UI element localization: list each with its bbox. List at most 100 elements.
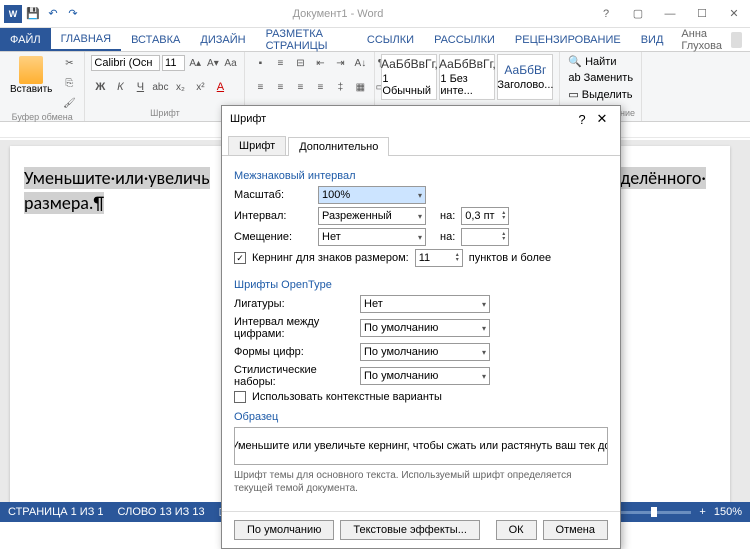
contextual-alt-checkbox[interactable]: [234, 391, 246, 403]
position-select[interactable]: Нет▾: [318, 228, 426, 246]
help-icon[interactable]: ?: [594, 4, 618, 24]
line-spacing-icon[interactable]: ‡: [331, 78, 349, 96]
bold-icon[interactable]: Ж: [91, 78, 109, 96]
decrease-indent-icon[interactable]: ⇤: [311, 54, 329, 72]
tab-review[interactable]: РЕЦЕНЗИРОВАНИЕ: [505, 28, 631, 51]
multilevel-icon[interactable]: ⊟: [291, 54, 309, 72]
dialog-tabs: Шрифт Дополнительно: [222, 132, 620, 156]
set-default-button[interactable]: По умолчанию: [234, 520, 334, 540]
underline-icon[interactable]: Ч: [131, 78, 149, 96]
dialog-help-icon[interactable]: ?: [572, 112, 592, 127]
scale-label: Масштаб:: [234, 189, 312, 201]
tab-view[interactable]: ВИД: [631, 28, 674, 51]
title-bar: W 💾 ↶ ↷ Документ1 - Word ? ▢ — ☐ ✕: [0, 0, 750, 28]
font-size-select[interactable]: 11: [162, 55, 185, 71]
spacing-by-label: на:: [440, 210, 455, 222]
minimize-icon[interactable]: —: [658, 4, 682, 24]
kerning-checkbox[interactable]: ✓: [234, 252, 246, 264]
font-name-select[interactable]: Calibri (Осн: [91, 55, 160, 71]
selected-text-3[interactable]: размера.¶: [24, 192, 104, 214]
italic-icon[interactable]: К: [111, 78, 129, 96]
bullets-icon[interactable]: ▪: [251, 54, 269, 72]
word-count-status[interactable]: СЛОВО 13 ИЗ 13: [118, 506, 205, 518]
ribbon-collapse-icon[interactable]: ▢: [626, 4, 650, 24]
style-heading1[interactable]: АаБбВгЗаголово...: [497, 54, 553, 100]
increase-indent-icon[interactable]: ⇥: [331, 54, 349, 72]
zoom-in-icon[interactable]: +: [699, 506, 705, 518]
find-button[interactable]: 🔍Найти: [566, 54, 635, 69]
replace-button[interactable]: abЗаменить: [566, 71, 635, 85]
selected-text-2[interactable]: еделённого·: [612, 167, 706, 189]
shading-icon[interactable]: ▦: [351, 78, 369, 96]
tab-insert[interactable]: ВСТАВКА: [121, 28, 190, 51]
numbering-icon[interactable]: ≡: [271, 54, 289, 72]
paste-button[interactable]: Вставить: [6, 54, 56, 97]
position-by-spinner[interactable]: ▴▾: [461, 228, 509, 246]
selected-text-1[interactable]: Уменьшите·или·увеличь: [24, 167, 210, 189]
number-forms-select[interactable]: По умолчанию▾: [360, 343, 490, 361]
style-normal[interactable]: АаБбВвГг,1 Обычный: [381, 54, 437, 100]
select-button[interactable]: ▭Выделить: [566, 87, 635, 102]
dialog-close-icon[interactable]: ✕: [592, 111, 612, 127]
spacing-by-spinner[interactable]: 0,3 пт▴▾: [461, 207, 509, 225]
grow-font-icon[interactable]: A▴: [187, 54, 203, 72]
tab-file[interactable]: ФАЙЛ: [0, 28, 51, 51]
page-status[interactable]: СТРАНИЦА 1 ИЗ 1: [8, 506, 104, 518]
cancel-button[interactable]: Отмена: [543, 520, 608, 540]
kerning-label: Кернинг для знаков размером:: [252, 252, 409, 264]
dialog-titlebar: Шрифт ? ✕: [222, 106, 620, 132]
tab-mailings[interactable]: РАССЫЛКИ: [424, 28, 505, 51]
align-center-icon[interactable]: ≡: [271, 78, 289, 96]
format-painter-icon[interactable]: 🖌: [60, 94, 78, 112]
zoom-level[interactable]: 150%: [714, 506, 742, 518]
font-dialog: Шрифт ? ✕ Шрифт Дополнительно Межзнаковы…: [221, 105, 621, 549]
user-account[interactable]: Анна Глухова: [673, 28, 750, 51]
justify-icon[interactable]: ≡: [311, 78, 329, 96]
dialog-body: Межзнаковый интервал Масштаб: 100%▾ Инте…: [222, 156, 620, 511]
window-controls: ? ▢ — ☐ ✕: [594, 4, 746, 24]
undo-icon[interactable]: ↶: [44, 5, 62, 23]
position-by-label: на:: [440, 231, 455, 243]
stylistic-sets-label: Стилистические наборы:: [234, 364, 354, 388]
scale-select[interactable]: 100%▾: [318, 186, 426, 204]
dialog-tab-advanced[interactable]: Дополнительно: [288, 137, 389, 156]
sort-icon[interactable]: A↓: [351, 54, 369, 72]
user-name: Анна Глухова: [681, 28, 727, 52]
word-icon: W: [4, 5, 22, 23]
font-group-label: Шрифт: [91, 108, 238, 119]
tab-references[interactable]: ССЫЛКИ: [357, 28, 424, 51]
avatar-icon: [731, 32, 742, 48]
align-left-icon[interactable]: ≡: [251, 78, 269, 96]
maximize-icon[interactable]: ☐: [690, 4, 714, 24]
spacing-label: Интервал:: [234, 210, 312, 222]
change-case-icon[interactable]: Aa: [223, 54, 239, 72]
ligatures-select[interactable]: Нет▾: [360, 295, 490, 313]
preview-box: Уменьшите или увеличьте кернинг, чтобы с…: [234, 427, 608, 465]
redo-icon[interactable]: ↷: [64, 5, 82, 23]
close-icon[interactable]: ✕: [722, 4, 746, 24]
number-spacing-select[interactable]: По умолчанию▾: [360, 319, 490, 337]
paste-icon: [19, 56, 43, 84]
cut-icon[interactable]: ✂: [60, 54, 78, 72]
shrink-font-icon[interactable]: A▾: [205, 54, 221, 72]
tab-design[interactable]: ДИЗАЙН: [190, 28, 255, 51]
zoom-slider[interactable]: [611, 511, 691, 514]
subscript-icon[interactable]: x₂: [171, 78, 189, 96]
copy-icon[interactable]: ⎘: [60, 74, 78, 92]
stylistic-sets-select[interactable]: По умолчанию▾: [360, 367, 490, 385]
section-opentype: Шрифты OpenType: [234, 279, 608, 291]
style-no-spacing[interactable]: АаБбВвГг,1 Без инте...: [439, 54, 495, 100]
text-effects-button[interactable]: Текстовые эффекты...: [340, 520, 480, 540]
ok-button[interactable]: ОК: [496, 520, 537, 540]
font-color-icon[interactable]: A: [211, 78, 229, 96]
align-right-icon[interactable]: ≡: [291, 78, 309, 96]
number-forms-label: Формы цифр:: [234, 346, 354, 358]
strikethrough-icon[interactable]: abc: [151, 78, 169, 96]
dialog-tab-font[interactable]: Шрифт: [228, 136, 286, 155]
save-icon[interactable]: 💾: [24, 5, 42, 23]
tab-home[interactable]: ГЛАВНАЯ: [51, 28, 121, 51]
spacing-select[interactable]: Разреженный▾: [318, 207, 426, 225]
tab-layout[interactable]: РАЗМЕТКА СТРАНИЦЫ: [256, 28, 357, 51]
kerning-size-spinner[interactable]: 11▴▾: [415, 249, 463, 267]
superscript-icon[interactable]: x²: [191, 78, 209, 96]
